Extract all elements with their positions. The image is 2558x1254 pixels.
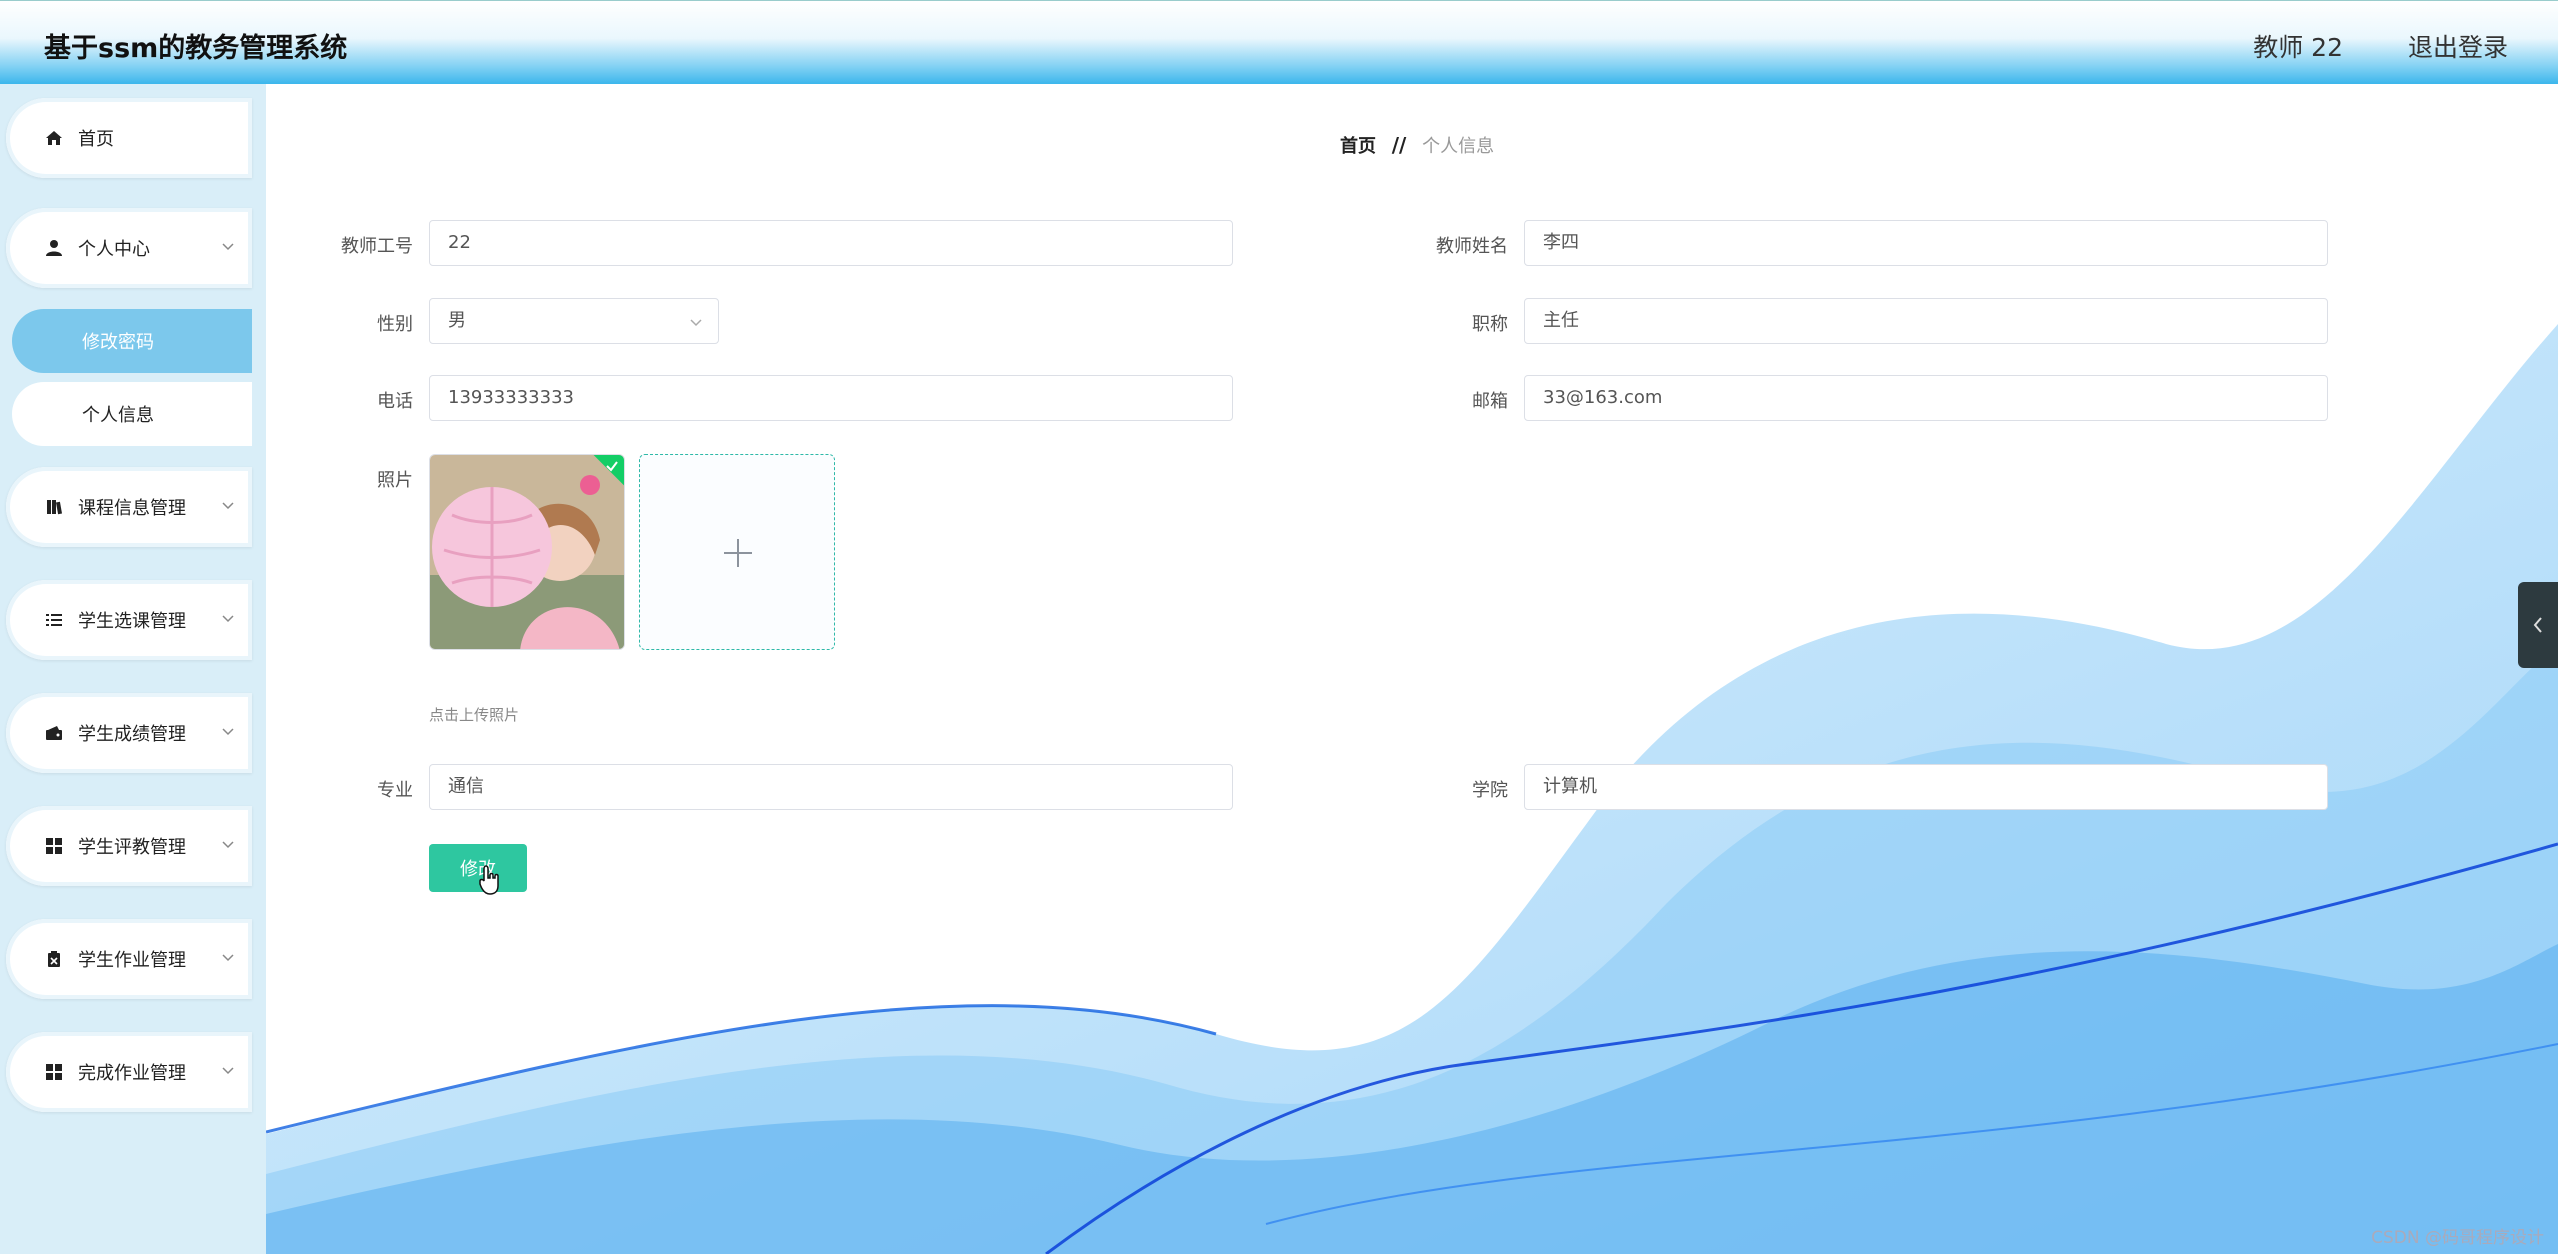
portrait-image bbox=[430, 455, 624, 649]
gender-select[interactable]: 男 bbox=[429, 298, 719, 344]
chevron-down-icon bbox=[222, 841, 234, 849]
teacher-name-field[interactable]: 李四 bbox=[1524, 220, 2328, 266]
wallet-icon bbox=[44, 723, 64, 743]
user-icon bbox=[44, 238, 64, 258]
photo-upload-button[interactable] bbox=[639, 454, 835, 650]
gender-label: 性别 bbox=[377, 314, 413, 335]
teacher-name-label: 教师姓名 bbox=[1436, 236, 1508, 257]
email-field[interactable]: 33@163.com bbox=[1524, 375, 2328, 421]
major-label: 专业 bbox=[377, 780, 413, 801]
main-content: 首页 // 个人信息 教师工号 22 教师姓名 李四 性别 男 职称 主任 电话… bbox=[266, 84, 2558, 1254]
breadcrumb-home[interactable]: 首页 bbox=[1340, 136, 1376, 157]
chevron-down-icon bbox=[222, 502, 234, 510]
clipboard-icon bbox=[44, 949, 64, 969]
sidebar-item-grades-mgmt[interactable]: 学生成绩管理 bbox=[6, 693, 252, 773]
sidebar-item-personal-center[interactable]: 个人中心 bbox=[6, 208, 252, 288]
sidebar-subitem-label: 修改密码 bbox=[82, 332, 154, 353]
sidebar-item-home[interactable]: 首页 bbox=[6, 98, 252, 178]
book-icon bbox=[44, 497, 64, 517]
sidebar-item-course-selection-mgmt[interactable]: 学生选课管理 bbox=[6, 580, 252, 660]
collapse-panel-toggle[interactable] bbox=[2518, 582, 2558, 668]
logout-link[interactable]: 退出登录 bbox=[2408, 28, 2508, 64]
sidebar-subitem-personal-info[interactable]: 个人信息 bbox=[12, 382, 252, 446]
chevron-down-icon bbox=[222, 243, 234, 251]
chevron-down-icon bbox=[222, 1067, 234, 1075]
grid-icon bbox=[44, 1062, 64, 1082]
home-icon bbox=[44, 128, 64, 148]
photo-label: 照片 bbox=[377, 470, 413, 491]
phone-label: 电话 bbox=[377, 391, 413, 412]
top-bar: 基于ssm的教务管理系统 教师 22 退出登录 bbox=[0, 0, 2558, 84]
app-title: 基于ssm的教务管理系统 bbox=[44, 33, 348, 64]
chevron-down-icon bbox=[222, 615, 234, 623]
breadcrumb-separator: // bbox=[1391, 133, 1407, 157]
teacher-id-label: 教师工号 bbox=[341, 236, 413, 257]
major-field[interactable]: 通信 bbox=[429, 764, 1233, 810]
plus-icon bbox=[724, 539, 752, 567]
grid-icon bbox=[44, 836, 64, 856]
sidebar-item-homework-mgmt[interactable]: 学生作业管理 bbox=[6, 919, 252, 999]
check-icon bbox=[606, 461, 618, 472]
chevron-down-icon bbox=[222, 954, 234, 962]
sidebar-item-course-mgmt[interactable]: 课程信息管理 bbox=[6, 467, 252, 547]
chevron-down-icon bbox=[222, 728, 234, 736]
job-title-field[interactable]: 主任 bbox=[1524, 298, 2328, 344]
upload-hint: 点击上传照片 bbox=[429, 706, 520, 724]
sidebar-item-label: 课程信息管理 bbox=[78, 498, 186, 519]
chevron-down-icon bbox=[690, 319, 702, 327]
job-title-label: 职称 bbox=[1472, 314, 1508, 335]
phone-field[interactable]: 13933333333 bbox=[429, 375, 1233, 421]
list-icon bbox=[44, 610, 64, 630]
college-field[interactable]: 计算机 bbox=[1524, 764, 2328, 810]
sidebar-item-label: 个人中心 bbox=[78, 239, 150, 260]
sidebar-item-completed-homework-mgmt[interactable]: 完成作业管理 bbox=[6, 1032, 252, 1112]
sidebar-item-label: 首页 bbox=[78, 129, 114, 150]
sidebar-subitem-change-password[interactable]: 修改密码 bbox=[12, 309, 252, 373]
sidebar-subitem-label: 个人信息 bbox=[82, 405, 154, 426]
college-label: 学院 bbox=[1472, 780, 1508, 801]
breadcrumb-current: 个人信息 bbox=[1422, 136, 1495, 157]
breadcrumb: 首页 // 个人信息 bbox=[1340, 132, 1494, 158]
photo-thumbnail[interactable] bbox=[429, 454, 625, 650]
email-label: 邮箱 bbox=[1472, 391, 1508, 412]
watermark: CSDN @码哥程序设计 bbox=[2371, 1228, 2544, 1248]
chevron-left-icon bbox=[2533, 617, 2542, 633]
gender-value: 男 bbox=[448, 310, 466, 331]
current-user: 教师 22 bbox=[2253, 33, 2343, 62]
sidebar-item-evaluation-mgmt[interactable]: 学生评教管理 bbox=[6, 806, 252, 886]
sidebar-item-label: 学生作业管理 bbox=[78, 950, 186, 971]
teacher-id-field[interactable]: 22 bbox=[429, 220, 1233, 266]
sidebar: 首页 个人中心 修改密码 个人信息 课程信息管理 学生选课管理 学生成绩管理 学… bbox=[0, 84, 266, 1254]
sidebar-item-label: 学生选课管理 bbox=[78, 611, 186, 632]
sidebar-item-label: 完成作业管理 bbox=[78, 1063, 186, 1084]
sidebar-item-label: 学生成绩管理 bbox=[78, 724, 186, 745]
hand-cursor-icon bbox=[479, 865, 499, 895]
sidebar-item-label: 学生评教管理 bbox=[78, 837, 186, 858]
